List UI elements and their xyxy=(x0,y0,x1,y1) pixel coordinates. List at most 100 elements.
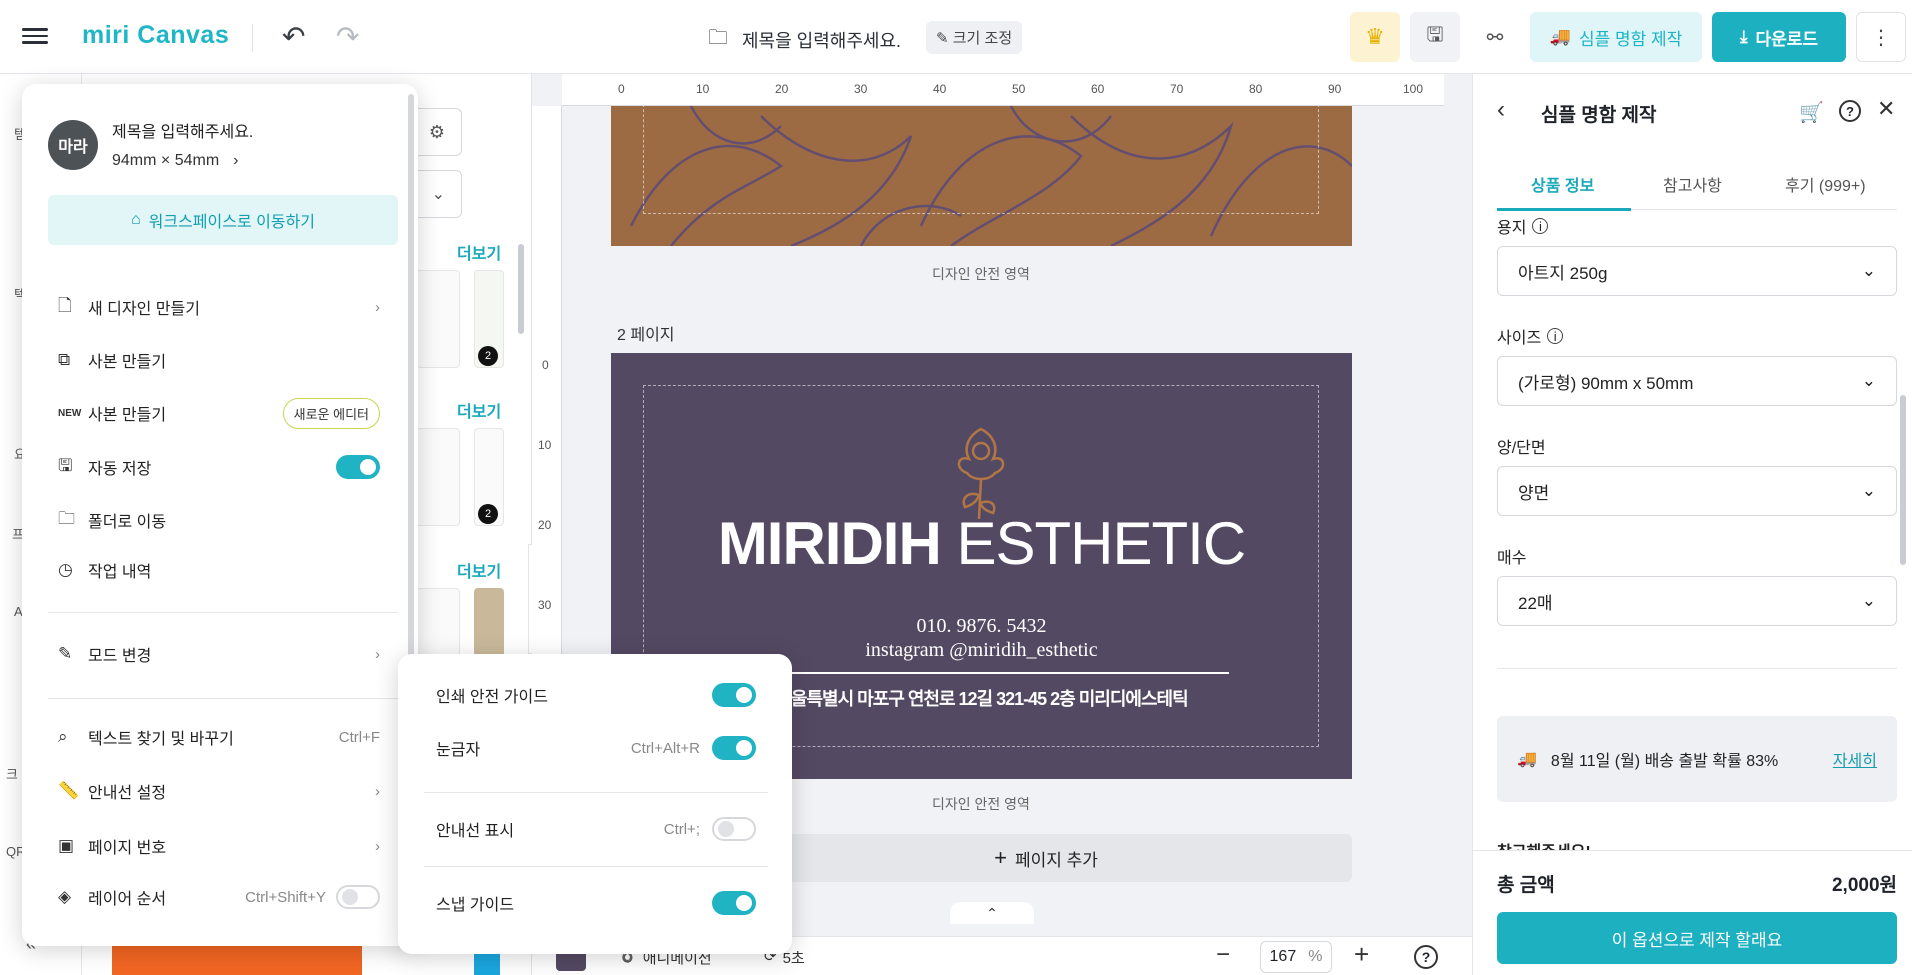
menu-label: 레이어 순서 xyxy=(88,891,167,908)
note-heading-text: 참고해주세요! xyxy=(1497,838,1897,850)
document-title-text: 제목을 입력해주세요. xyxy=(742,31,902,51)
right-panel-scrollbar[interactable] xyxy=(1900,395,1906,565)
delivery-detail-link[interactable]: 자세히 xyxy=(1833,747,1877,771)
phone-text[interactable]: 010. 9876. 5432 xyxy=(611,615,1352,638)
more-link-1[interactable]: 더보기 xyxy=(457,240,501,264)
resize-button[interactable]: ✎ 크기 조정 xyxy=(926,21,1023,54)
add-page-button[interactable]: + 페이지 추가 xyxy=(740,834,1352,882)
strip-item-create[interactable]: 크 xyxy=(6,764,18,783)
truck-icon: 🚚 xyxy=(1517,751,1537,768)
save-icon[interactable]: 🖫 xyxy=(1410,12,1460,62)
print-safe-guide-toggle[interactable] xyxy=(712,683,756,707)
filter-icon[interactable]: ⚙ xyxy=(412,108,462,156)
menu-item-copy-new-editor[interactable]: NEW 사본 만들기 새로운 에디터 xyxy=(58,396,380,430)
submenu-label: 인쇄 안전 가이드 xyxy=(436,689,548,706)
menu-doc-size[interactable]: 94mm × 54mm › xyxy=(112,152,238,170)
label-text: 사이즈 xyxy=(1497,330,1542,347)
delivery-text: 8월 11일 (월) 배송 출발 확률 83% xyxy=(1550,753,1779,770)
menu-item-move-folder[interactable]: 🗀 폴더로 이동 xyxy=(58,503,380,537)
divider-line[interactable] xyxy=(741,672,1229,674)
app-logo[interactable]: miri Canvas xyxy=(82,21,229,50)
undo-icon[interactable]: ↶ xyxy=(282,20,305,53)
search-icon: ⌕ xyxy=(58,727,68,746)
product-tabs: 상품 정보 참고사항 후기 (999+) xyxy=(1497,156,1897,211)
more-link-3[interactable]: 더보기 xyxy=(457,558,501,582)
go-to-workspace-button[interactable]: ⌂ 워크스페이스로 이동하기 xyxy=(48,195,398,245)
more-options-icon[interactable]: ⋮ xyxy=(1856,12,1906,62)
make-with-option-button[interactable]: 이 옵션으로 제작 할래요 xyxy=(1497,912,1897,964)
submenu-item-print-safe-guide: 인쇄 안전 가이드 xyxy=(436,680,756,710)
back-icon[interactable]: ‹ xyxy=(1497,96,1505,124)
panel-scrollbar[interactable] xyxy=(518,244,524,334)
ruler-tick: 80 xyxy=(1249,82,1263,96)
ruler-tick: 10 xyxy=(538,438,552,452)
menu-label: 사본 만들기 xyxy=(88,407,167,424)
ruler-tick: 20 xyxy=(538,518,552,532)
shortcut: Ctrl+; xyxy=(663,820,700,838)
menu-item-page-number[interactable]: ▣ 페이지 번호 › xyxy=(58,829,380,863)
menu-item-new-design[interactable]: 🗋 새 디자인 만들기 › xyxy=(58,290,380,324)
more-link-2[interactable]: 더보기 xyxy=(457,398,501,422)
quantity-select[interactable]: 22매 ⌄ xyxy=(1497,576,1897,626)
brand-light: ESTHETIC xyxy=(956,510,1246,577)
page-2-label: 2 페이지 xyxy=(617,327,675,344)
snap-guide-toggle[interactable] xyxy=(712,891,756,915)
safe-area-label: 디자인 안전 영역 xyxy=(932,796,1030,812)
chevron-down-icon: ⌄ xyxy=(1861,371,1876,390)
file-icon: 🗋 xyxy=(58,295,72,315)
tab-product-info[interactable]: 상품 정보 xyxy=(1531,172,1594,196)
label-text: 양/단면 xyxy=(1497,440,1546,457)
close-icon[interactable]: ✕ xyxy=(1877,96,1895,122)
avatar[interactable]: 마라 xyxy=(48,120,98,170)
show-guides-toggle[interactable] xyxy=(712,817,756,841)
ruler-toggle[interactable] xyxy=(712,736,756,760)
add-page-label: 페이지 추가 xyxy=(1014,850,1098,870)
size-select[interactable]: (가로형) 90mm x 50mm ⌄ xyxy=(1497,356,1897,406)
menu-item-layer-order[interactable]: ◈ 레이어 순서 Ctrl+Shift+Y xyxy=(58,880,380,914)
note-heading: 참고해주세요! xyxy=(1497,836,1897,850)
menu-item-find-replace[interactable]: ⌕ 텍스트 찾기 및 바꾸기 Ctrl+F xyxy=(58,720,380,754)
redo-icon[interactable]: ↷ xyxy=(336,20,359,53)
template-thumb[interactable] xyxy=(416,428,460,526)
zoom-in-icon[interactable]: + xyxy=(1354,939,1369,970)
menu-item-history[interactable]: ◷ 작업 내역 xyxy=(58,553,380,587)
template-thumb[interactable] xyxy=(416,270,460,368)
download-button[interactable]: ⤓ 다운로드 xyxy=(1712,12,1846,62)
ruler-tick: 70 xyxy=(1170,82,1184,96)
doc-size-text: 94mm × 54mm xyxy=(112,152,220,169)
label-text: 매수 xyxy=(1497,550,1527,567)
paper-select[interactable]: 아트지 250g ⌄ xyxy=(1497,246,1897,296)
zoom-input[interactable]: 167% xyxy=(1260,941,1332,973)
menu-item-guide-settings[interactable]: 📏 안내선 설정 › xyxy=(58,774,380,808)
chevron-right-icon: › xyxy=(375,837,380,855)
ruler-tick: 0 xyxy=(618,82,625,96)
help-icon[interactable]: ? xyxy=(1414,945,1438,969)
layer-order-toggle[interactable] xyxy=(336,885,380,909)
cart-icon[interactable]: 🛒 xyxy=(1799,100,1824,125)
document-title[interactable]: 🗀 제목을 입력해주세요. xyxy=(708,23,901,57)
zoom-out-icon[interactable]: − xyxy=(1216,941,1230,969)
crown-icon[interactable]: ♛ xyxy=(1350,12,1400,62)
divider xyxy=(424,792,768,793)
help-icon[interactable]: ? xyxy=(1839,100,1861,122)
brand-name[interactable]: MIRIDIH ESTHETIC xyxy=(611,509,1352,578)
history-icon: ◷ xyxy=(58,560,73,579)
chevron-up-icon[interactable]: ⌃ xyxy=(950,902,1034,924)
menu-label: 폴더로 이동 xyxy=(88,514,167,531)
tab-reviews[interactable]: 후기 (999+) xyxy=(1785,172,1866,196)
submenu-item-show-guides: 안내선 표시 Ctrl+; xyxy=(436,814,756,844)
tab-notes[interactable]: 참고사항 xyxy=(1663,172,1722,196)
sides-select[interactable]: 양면 ⌄ xyxy=(1497,466,1897,516)
share-icon[interactable]: ⚯ xyxy=(1470,12,1520,62)
hamburger-menu-icon[interactable] xyxy=(22,24,48,50)
menu-item-copy[interactable]: ⧉ 사본 만들기 xyxy=(58,343,380,377)
simple-card-label: 심플 명함 제작 xyxy=(1578,29,1683,49)
simple-card-button[interactable]: 🚚 심플 명함 제작 xyxy=(1530,12,1702,62)
template-thumb[interactable] xyxy=(112,942,362,975)
page-1-card[interactable] xyxy=(611,106,1352,246)
menu-item-mode-change[interactable]: ✎ 모드 변경 › xyxy=(58,637,380,671)
auto-save-toggle[interactable] xyxy=(336,455,380,479)
chevron-right-icon: › xyxy=(233,152,239,169)
info-icon[interactable]: i xyxy=(1547,328,1564,344)
info-icon[interactable]: i xyxy=(1532,218,1549,234)
